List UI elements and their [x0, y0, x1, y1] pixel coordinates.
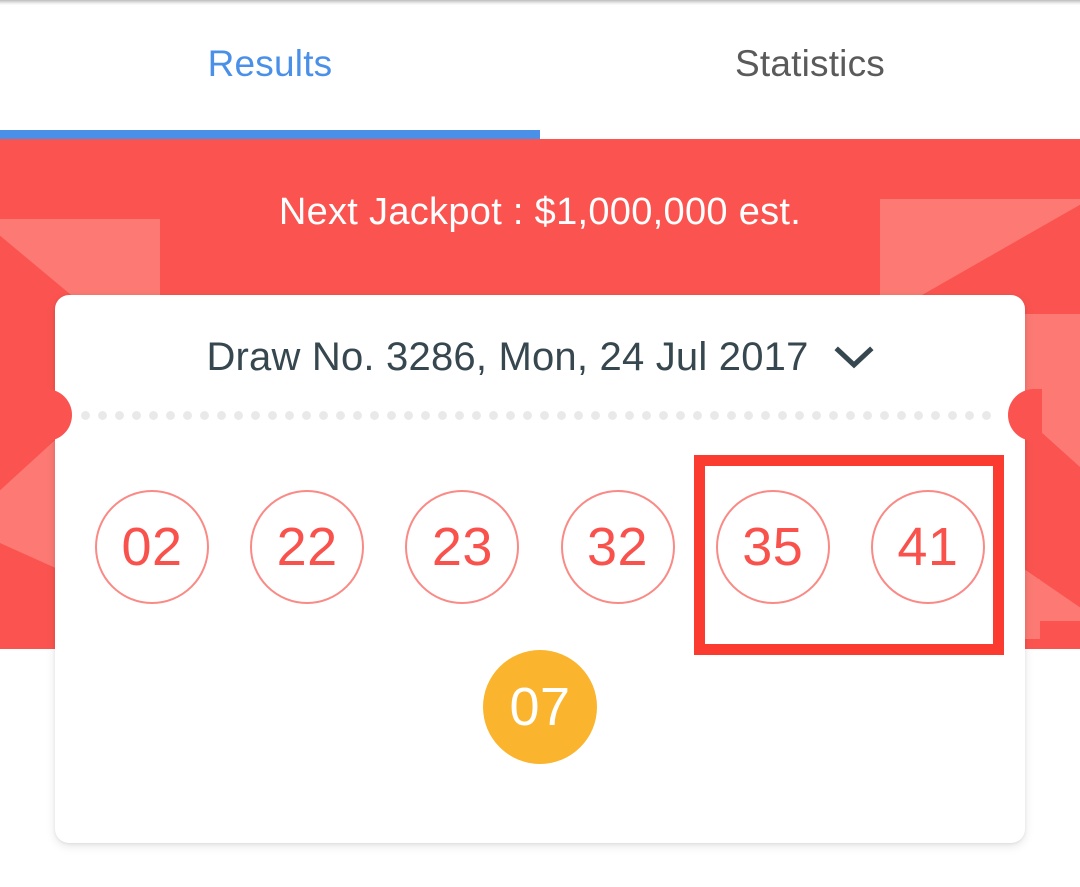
number-ball[interactable]: 41 — [870, 490, 985, 604]
chevron-down-icon[interactable] — [834, 345, 874, 371]
tab-statistics-label: Statistics — [734, 42, 886, 84]
tab-results-label: Results — [207, 42, 333, 84]
draw-selector[interactable]: Draw No. 3286, Mon, 24 Jul 2017 — [55, 335, 1025, 380]
draw-result-card: Draw No. 3286, Mon, 24 Jul 2017 02 22 23… — [38, 295, 1042, 843]
next-jackpot-text: Next Jackpot : $1,000,000 est. — [278, 191, 802, 233]
number-ball[interactable]: 35 — [715, 490, 830, 604]
tab-results[interactable]: Results — [0, 5, 540, 140]
number-ball[interactable]: 02 — [95, 490, 209, 604]
tab-statistics[interactable]: Statistics — [540, 5, 1080, 140]
number-ball[interactable]: 23 — [405, 490, 520, 604]
ticket-perforation — [81, 411, 999, 420]
supplementary-number-row: 07 — [55, 650, 1025, 764]
app-screen: Results Statistics Next Jackpot : $1,000… — [0, 0, 1080, 887]
ticket-notch-right — [1008, 389, 1042, 441]
number-ball[interactable]: 32 — [560, 490, 675, 604]
tab-bar: Results Statistics — [0, 5, 1080, 140]
ticket-notch-left — [38, 389, 72, 441]
number-ball[interactable]: 22 — [250, 490, 365, 604]
active-tab-indicator — [0, 130, 540, 139]
draw-title: Draw No. 3286, Mon, 24 Jul 2017 — [206, 335, 809, 379]
winning-numbers-row: 02 22 23 32 35 41 — [95, 490, 985, 604]
supplementary-number-ball[interactable]: 07 — [483, 650, 597, 764]
